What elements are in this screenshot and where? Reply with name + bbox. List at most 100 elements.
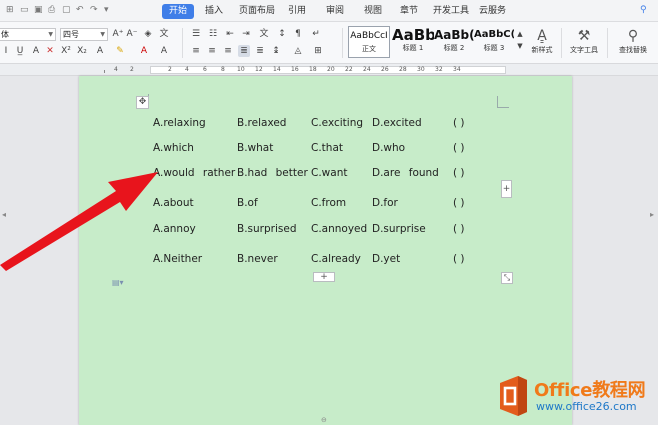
style-label: 标题 2 <box>443 44 465 52</box>
option-d: D.who <box>372 142 406 154</box>
sort-icon[interactable]: ↕ <box>276 28 288 40</box>
layout-options-icon[interactable]: ▤▾ <box>112 278 124 287</box>
option-c: C.want <box>311 167 348 179</box>
shading-icon[interactable]: ◬ <box>292 45 304 57</box>
tab-view[interactable]: 视图 <box>364 4 382 19</box>
find-replace-label: 查找替换 <box>619 46 647 54</box>
char-shading-icon[interactable]: A <box>158 45 170 57</box>
tab-page-layout[interactable]: 页面布局 <box>239 4 275 19</box>
text-tools-button[interactable]: ⚒ 文字工具 <box>564 26 604 55</box>
ruler-number: 24 <box>363 66 371 73</box>
borders-icon[interactable]: ⊞ <box>312 45 324 57</box>
superscript-icon[interactable]: X² <box>60 45 72 57</box>
font-color-icon[interactable]: A <box>138 45 150 57</box>
ruler-number: 12 <box>255 66 263 73</box>
pinyin-icon[interactable]: 文 <box>158 28 170 40</box>
strikethrough-icon[interactable]: A <box>30 45 42 57</box>
divider <box>182 28 183 58</box>
shrink-font-icon[interactable]: A⁻ <box>126 28 138 40</box>
grid-icon[interactable]: ⊞ <box>6 5 16 15</box>
tab-references[interactable]: 引用 <box>288 4 306 19</box>
option-d: D.for <box>372 197 398 209</box>
ruler-number: 28 <box>399 66 407 73</box>
outdent-icon[interactable]: ⇤ <box>224 28 236 40</box>
ruler-number: 16 <box>291 66 299 73</box>
ruler-number: 34 <box>453 66 461 73</box>
find-replace-button[interactable]: ⚲ 查找替换 <box>611 26 655 55</box>
ribbon-tab-bar: ⊞ ▭ ▣ ⎙ ▢ ↶ ↷ ▾ 开始 插入 页面布局 引用 审阅 视图 章节 开… <box>0 0 658 22</box>
tab-cloud[interactable]: 云服务 <box>479 4 506 19</box>
option-d: D.are found <box>372 167 439 179</box>
highlight-icon[interactable]: ✎ <box>114 45 126 57</box>
ruler-number: 6 <box>203 66 207 73</box>
style-heading-1[interactable]: AaBb 标题 1 <box>392 26 434 58</box>
tab-sections[interactable]: 章节 <box>400 4 418 19</box>
wrench-icon: ⚒ <box>577 28 591 44</box>
table-resize-icon[interactable]: ⤡ <box>501 272 513 284</box>
right-collapse-icon[interactable]: ▸ <box>650 210 654 219</box>
align-left-icon[interactable]: ≡ <box>190 45 202 57</box>
justify-icon[interactable]: ≣ <box>238 45 250 57</box>
watermark-url: www.office26.com <box>536 400 637 413</box>
margin-corner-mark <box>497 96 509 108</box>
tab-review[interactable]: 审阅 <box>326 4 344 19</box>
para-marks-icon[interactable]: ↵ <box>310 28 322 40</box>
style-normal[interactable]: AaBbCcI 正文 <box>348 26 390 58</box>
option-b: B.never <box>237 253 278 265</box>
italic-icon[interactable]: I <box>0 45 12 57</box>
divider <box>607 28 608 58</box>
search-command-icon[interactable]: ⚲ <box>640 5 658 15</box>
option-b: B.of <box>237 197 258 209</box>
ruler-tick <box>104 70 105 73</box>
divider <box>561 28 562 58</box>
strike-color-icon[interactable]: ✕ <box>44 45 56 57</box>
tab-insert[interactable]: 插入 <box>205 4 223 19</box>
new-style-button[interactable]: A͇ 新样式 <box>524 26 560 55</box>
add-row-button[interactable]: + <box>313 272 335 282</box>
table-move-handle-icon[interactable]: ✥ <box>136 96 149 109</box>
show-marks-icon[interactable]: ¶ <box>292 28 304 40</box>
underline-icon[interactable]: U̲ <box>14 45 26 57</box>
print-icon[interactable]: ⎙ <box>48 5 58 15</box>
option-c: C.from <box>311 197 347 209</box>
distributed-icon[interactable]: ≣ <box>254 45 266 57</box>
undo-icon[interactable]: ↶ <box>76 5 86 15</box>
style-heading-3[interactable]: AaBbC( 标题 3 <box>474 26 514 58</box>
align-right-icon[interactable]: ≡ <box>222 45 234 57</box>
answer-blank: ( ) <box>453 117 465 129</box>
line-spacing-icon[interactable]: ↨ <box>270 45 282 57</box>
option-a: A.which <box>153 142 194 154</box>
add-column-button[interactable]: + <box>501 180 512 198</box>
page-bottom-handle-icon[interactable]: ⊖ <box>321 416 327 424</box>
style-heading-2[interactable]: AaBb( 标题 2 <box>434 26 474 58</box>
option-c: C.already <box>311 253 361 265</box>
ruler-number: 26 <box>381 66 389 73</box>
text-effect-icon[interactable]: A <box>94 45 106 57</box>
ruler-number: 30 <box>417 66 425 73</box>
grow-font-icon[interactable]: A⁺ <box>112 28 124 40</box>
chevron-down-icon: ▼ <box>48 31 53 38</box>
number-list-icon[interactable]: ☷ <box>207 28 219 40</box>
tab-home[interactable]: 开始 <box>162 4 195 19</box>
folder-icon[interactable]: ▭ <box>20 5 30 15</box>
save-icon[interactable]: ▣ <box>34 5 44 15</box>
annotation-arrow-icon <box>0 172 158 271</box>
chinese-layout-icon[interactable]: 文 <box>258 28 270 40</box>
align-center-icon[interactable]: ≡ <box>206 45 218 57</box>
subscript-icon[interactable]: X₂ <box>76 45 88 57</box>
wps-writer-window: ⊞ ▭ ▣ ⎙ ▢ ↶ ↷ ▾ 开始 插入 页面布局 引用 审阅 视图 章节 开… <box>0 0 658 425</box>
customize-icon[interactable]: ▾ <box>104 5 114 15</box>
style-label: 正文 <box>362 45 376 53</box>
indent-icon[interactable]: ⇥ <box>240 28 252 40</box>
preview-icon[interactable]: ▢ <box>62 5 72 15</box>
redo-icon[interactable]: ↷ <box>90 5 100 15</box>
watermark-name: Office教程网 <box>534 380 646 401</box>
clear-format-icon[interactable]: ◈ <box>142 28 154 40</box>
font-size-select[interactable]: 四号 ▼ <box>60 28 108 41</box>
font-name-select[interactable]: 体 ▼ <box>0 28 56 41</box>
bullet-list-icon[interactable]: ☰ <box>190 28 202 40</box>
horizontal-ruler[interactable]: 4 2 2 4 6 8 10 12 14 16 18 20 22 24 26 2… <box>0 64 658 76</box>
tab-developer[interactable]: 开发工具 <box>433 4 469 19</box>
ruler-number: 4 <box>114 66 118 73</box>
style-preview: AaBbC( <box>474 29 514 40</box>
